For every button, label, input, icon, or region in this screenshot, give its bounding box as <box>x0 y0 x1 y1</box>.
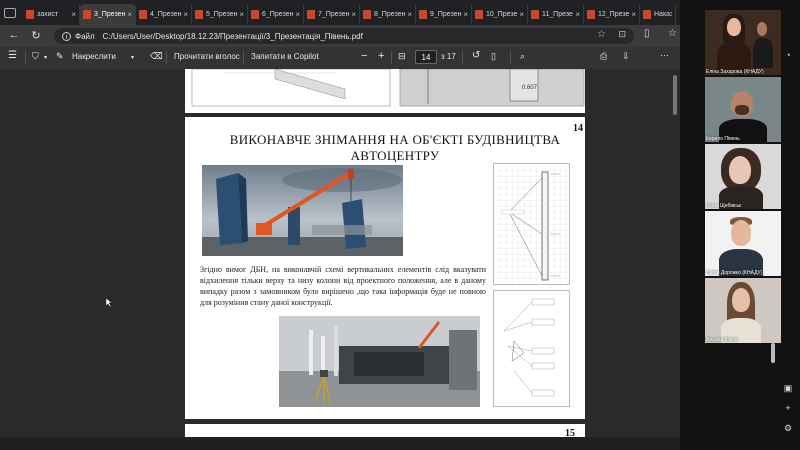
pdf-icon <box>251 10 259 19</box>
mouse-cursor-icon <box>106 298 112 307</box>
favorites-icon[interactable]: ☆ <box>668 28 677 39</box>
tab-10[interactable]: 12_Презента× <box>584 4 640 25</box>
pdf-icon <box>363 10 371 19</box>
settings-icon[interactable]: ⚙ <box>783 423 793 433</box>
tab-3[interactable]: 5_Презентаці× <box>192 4 248 25</box>
video-call-panel: Еліна Захарова (КНАДУ) Кирило Півень Іло… <box>680 0 800 450</box>
rotate-icon[interactable]: ↺ <box>472 50 480 61</box>
page-view-icon[interactable]: ▯ <box>491 51 496 62</box>
next-page-number: 15 <box>565 428 575 439</box>
tab-4[interactable]: 6_Презентаці× <box>248 4 304 25</box>
user-icon[interactable]: ◔ <box>783 50 793 60</box>
participant-tile[interactable]: Еліна Захарова (КНАДУ) <box>705 10 781 75</box>
participant-tile[interactable]: Євген Дорожко (КНАДУ) <box>705 211 781 276</box>
more-options-icon[interactable]: ⋯ <box>660 50 669 61</box>
pdf-icon <box>531 10 539 19</box>
tab-8[interactable]: 10_Презента× <box>472 4 528 25</box>
eraser-icon[interactable]: ⌫ <box>150 51 163 62</box>
chevron-down-icon[interactable]: ▾ <box>131 54 134 61</box>
tab-11[interactable]: Наказ <box>640 4 676 25</box>
close-icon[interactable]: × <box>127 10 132 19</box>
pdf-page-13: 0.607 <box>185 68 585 113</box>
back-arrow-icon[interactable]: ← <box>4 29 24 41</box>
search-icon[interactable]: ⌕ <box>520 51 525 62</box>
page-total: з 17 <box>441 52 456 61</box>
dimension-value: 0.607 <box>522 85 538 91</box>
close-icon[interactable]: × <box>351 10 356 19</box>
filter-icon[interactable]: ⛉ <box>32 51 39 62</box>
pdf-icon <box>307 10 315 19</box>
chevron-down-icon[interactable]: ▾ <box>44 54 47 61</box>
chat-icon[interactable]: ▣ <box>783 383 793 393</box>
zoom-in-button[interactable]: + <box>378 50 384 62</box>
zoom-out-button[interactable]: − <box>361 50 367 62</box>
vertical-scrollbar[interactable] <box>673 75 677 115</box>
fit-page-icon[interactable]: ⊟ <box>398 51 406 62</box>
close-icon[interactable]: × <box>183 10 188 19</box>
participant-tile[interactable]: Кирило Півень <box>705 77 781 142</box>
close-icon[interactable]: × <box>407 10 412 19</box>
immersive-reader-icon[interactable]: ⊡ <box>618 29 626 40</box>
slide-title: ВИКОНАВЧЕ ЗНІМАННЯ НА ОБ'ЄКТІ БУДІВНИЦТВ… <box>229 132 561 163</box>
address-bar: ← ↻ i Файл C:/Users/User/Desktop/18.12.2… <box>0 25 680 47</box>
split-screen-icon[interactable]: ▯ <box>644 28 650 39</box>
plan-scheme-drawing <box>493 290 570 407</box>
pdf-icon <box>643 10 651 19</box>
panel-scrollbar[interactable] <box>771 343 775 363</box>
close-icon[interactable]: × <box>463 10 468 19</box>
close-icon[interactable]: × <box>631 10 636 19</box>
save-icon[interactable]: ⇩ <box>622 51 630 62</box>
tab-bar: захист× 3_Презентаці× 4_Презентаці× 5_Пр… <box>0 0 680 25</box>
tab-9[interactable]: 11_Презента× <box>528 4 584 25</box>
close-icon[interactable]: × <box>239 10 244 19</box>
close-icon[interactable]: × <box>575 10 580 19</box>
participant-tile[interactable]: Альона Юхно <box>705 278 781 343</box>
status-bar <box>0 437 680 450</box>
pdf-icon <box>475 10 483 19</box>
column-scheme-drawing <box>493 163 570 285</box>
pdf-icon <box>83 10 91 19</box>
participant-tile[interactable]: Ілона Щебівськ <box>705 144 781 209</box>
tab-6[interactable]: 8_Презентаці× <box>360 4 416 25</box>
draw-pen-icon[interactable]: ✎ <box>56 51 64 62</box>
slide-page-number: 14 <box>573 123 583 134</box>
close-icon[interactable]: × <box>295 10 300 19</box>
construction-photo-crane <box>202 165 403 256</box>
add-icon[interactable]: + <box>783 403 793 413</box>
tab-7[interactable]: 9_Презентаці× <box>416 4 472 25</box>
close-icon[interactable]: × <box>71 10 76 19</box>
url-text: C:/Users/User/Desktop/18.12.23/Презентац… <box>102 31 363 41</box>
draw-button[interactable]: Накреслити <box>72 52 116 61</box>
pdf-icon <box>195 10 203 19</box>
refresh-icon[interactable]: ↻ <box>26 29 46 42</box>
pdf-toolbar: ☰ ⛉ ▾ ✎ Накреслити ▾ ⌫ Прочитати вголос … <box>0 47 680 70</box>
slide-body-text: Згідно вимог ДБН, на виконавчій схемі ве… <box>200 265 486 307</box>
pdf-page-15 <box>185 424 585 437</box>
print-icon[interactable]: ⎙ <box>600 51 607 62</box>
pdf-icon <box>587 10 595 19</box>
pdf-icon <box>26 10 34 19</box>
tab-1[interactable]: 3_Презентаці× <box>80 4 136 25</box>
tab-5[interactable]: 7_Презентаці× <box>304 4 360 25</box>
construction-photo-tripod <box>279 316 480 407</box>
page-13-drawings <box>191 68 585 107</box>
contents-menu-icon[interactable]: ☰ <box>8 50 17 61</box>
info-icon[interactable]: i <box>62 31 71 41</box>
read-aloud-button[interactable]: Прочитати вголос <box>174 52 240 61</box>
ask-copilot-button[interactable]: Запитати в Copilot <box>251 52 319 61</box>
pdf-icon <box>419 10 427 19</box>
page-number-input[interactable]: 14 <box>415 50 437 64</box>
pdf-icon <box>139 10 147 19</box>
close-icon[interactable]: × <box>519 10 524 19</box>
tab-2[interactable]: 4_Презентаці× <box>136 4 192 25</box>
favorite-star-icon[interactable]: ☆ <box>597 29 606 40</box>
tab-0[interactable]: захист × <box>0 4 80 25</box>
url-field[interactable]: i Файл C:/Users/User/Desktop/18.12.23/Пр… <box>54 28 634 44</box>
